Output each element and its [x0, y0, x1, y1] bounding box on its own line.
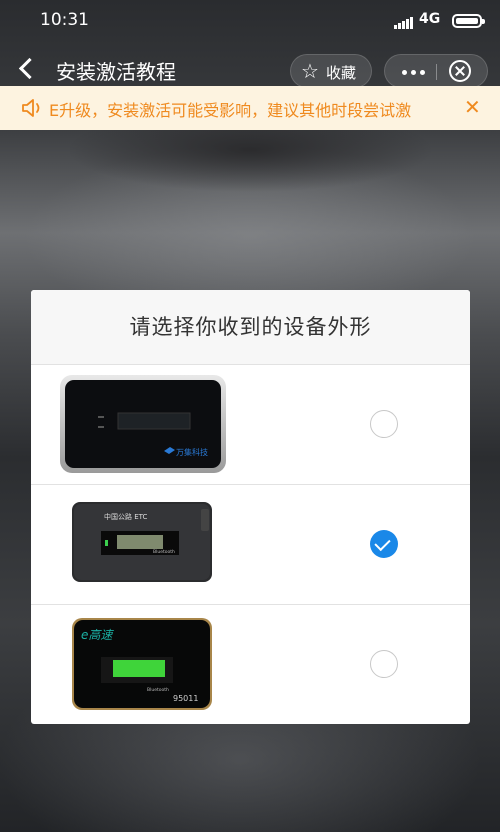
device-bluetooth-label-2: Bluetooth	[153, 549, 175, 555]
signal-icon	[394, 15, 414, 29]
close-notice-icon[interactable]: ✕	[464, 95, 481, 119]
device-select-dialog: 请选择你收到的设备外形 万集科技 中国公路 ETC Bluetooth e高速 …	[31, 290, 470, 724]
favorite-label: 收藏	[326, 64, 357, 82]
device-image-3: e高速 Bluetooth 95011	[72, 618, 212, 710]
miniprogram-capsule	[384, 54, 488, 88]
speaker-icon	[22, 99, 40, 117]
back-icon[interactable]	[16, 56, 38, 82]
radio-button-1[interactable]	[370, 410, 398, 438]
page-title: 安装激活教程	[56, 60, 176, 84]
star-icon: ☆	[301, 59, 319, 83]
device-option-3[interactable]: e高速 Bluetooth 95011	[31, 605, 470, 724]
notice-text: E升级，安装激活可能受影响，建议其他时段尝试激	[49, 101, 412, 120]
radio-button-2-selected[interactable]	[370, 530, 398, 558]
device-image-2: 中国公路 ETC Bluetooth	[72, 502, 212, 582]
device-number-label-3: 95011	[173, 694, 198, 703]
device-image-1: 万集科技	[60, 375, 226, 473]
notice-bar: E升级，安装激活可能受影响，建议其他时段尝试激 ✕	[0, 86, 500, 130]
more-icon[interactable]	[399, 55, 429, 87]
device-brand-label-3: e高速	[81, 628, 114, 642]
status-bar: 10:31 4G	[0, 0, 500, 44]
dialog-title: 请选择你收到的设备外形	[31, 290, 470, 365]
favorite-button[interactable]: ☆ 收藏	[290, 54, 372, 88]
device-option-1[interactable]: 万集科技	[31, 365, 470, 485]
radio-button-3[interactable]	[370, 650, 398, 678]
device-brand-label-1: 万集科技	[176, 447, 208, 457]
close-miniprogram-icon[interactable]	[449, 60, 471, 82]
device-brand-label-2: 中国公路 ETC	[104, 512, 148, 521]
capsule-divider	[436, 64, 437, 80]
network-type: 4G	[419, 11, 441, 27]
status-time: 10:31	[40, 10, 89, 30]
device-option-2[interactable]: 中国公路 ETC Bluetooth	[31, 485, 470, 605]
battery-icon	[452, 14, 485, 28]
device-bluetooth-label-3: Bluetooth	[147, 687, 169, 693]
